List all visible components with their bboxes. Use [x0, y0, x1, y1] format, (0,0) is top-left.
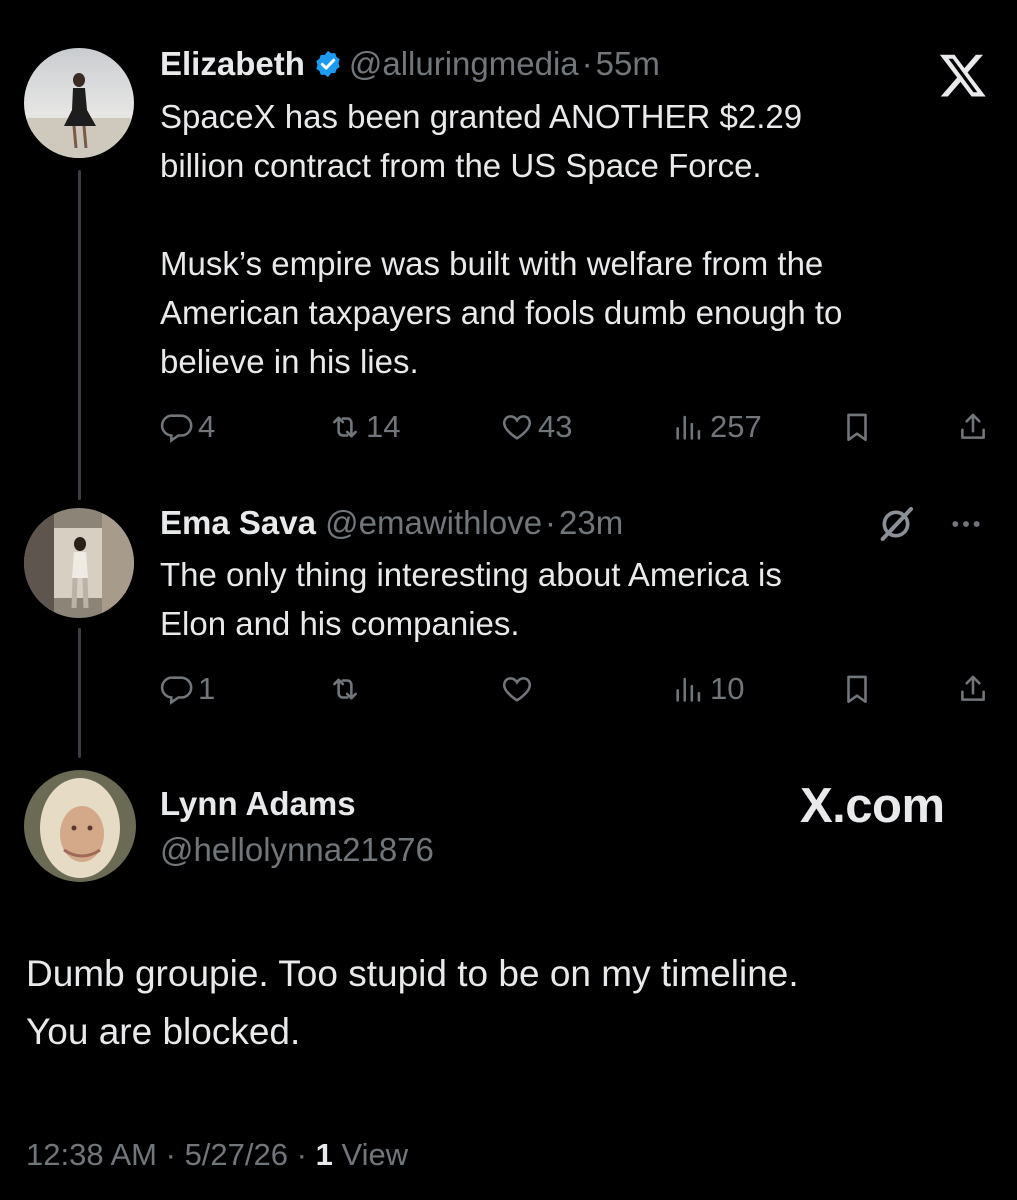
share-button[interactable]: [956, 410, 990, 444]
avatar[interactable]: [24, 48, 134, 158]
views-button[interactable]: 257: [672, 410, 762, 444]
avatar[interactable]: [24, 508, 134, 618]
share-button[interactable]: [956, 672, 990, 706]
avatar[interactable]: [24, 770, 136, 882]
views-icon: [676, 415, 701, 440]
bookmark-button[interactable]: [840, 410, 874, 444]
like-button[interactable]: [500, 672, 534, 706]
tweet-text: SpaceX has been granted ANOTHER $2.29 bi…: [160, 98, 843, 380]
timestamp[interactable]: 55m: [596, 45, 660, 82]
reply-button[interactable]: 1: [160, 672, 215, 706]
thread-line: [78, 170, 81, 500]
views-icon: [676, 677, 701, 702]
reply-count: 1: [198, 671, 216, 706]
like-count: 43: [538, 409, 573, 444]
share-icon: [961, 413, 985, 439]
author-handle[interactable]: @hellolynna21876: [160, 831, 434, 869]
view-label: View: [341, 1137, 409, 1172]
more-icon[interactable]: [946, 508, 986, 540]
author-name[interactable]: Ema Sava: [160, 504, 316, 541]
thread-line: [78, 628, 81, 758]
author-handle[interactable]: @emawithlove: [325, 504, 542, 541]
repost-count: 14: [366, 409, 401, 444]
grok-icon[interactable]: [876, 504, 916, 544]
separator: ·: [296, 1137, 307, 1172]
bookmark-icon: [847, 675, 867, 704]
bookmark-icon: [847, 413, 867, 442]
repost-icon: [333, 416, 357, 438]
separator: ·: [545, 504, 557, 541]
post-meta: 12:38 AM · 5/27/26 · 1 View: [26, 1137, 408, 1173]
share-icon: [961, 675, 985, 701]
author-name[interactable]: Lynn Adams: [160, 785, 356, 823]
post-date[interactable]: 5/27/26: [185, 1137, 288, 1172]
separator: ·: [581, 45, 593, 82]
tweet-header: Ema Sava @emawithlove·23m: [160, 503, 623, 543]
reply-count: 4: [198, 409, 216, 444]
repost-button[interactable]: 14: [328, 410, 400, 444]
view-count: 1: [315, 1137, 333, 1172]
views-count: 257: [710, 409, 762, 444]
like-button[interactable]: 43: [500, 410, 572, 444]
repost-button[interactable]: [328, 672, 362, 706]
author-name[interactable]: Elizabeth: [160, 45, 305, 82]
views-button[interactable]: 10: [672, 672, 744, 706]
reply-button[interactable]: 4: [160, 410, 215, 444]
separator: ·: [165, 1137, 176, 1172]
tweet-header: Elizabeth @alluringmedia·55m: [160, 44, 660, 84]
author-handle[interactable]: @alluringmedia: [349, 45, 579, 82]
repost-icon: [333, 678, 357, 700]
like-icon: [502, 677, 532, 702]
reply-icon: [160, 676, 193, 705]
tweet-text: The only thing interesting about America…: [160, 556, 782, 642]
brand-label: X.com: [800, 779, 945, 833]
timestamp[interactable]: 23m: [559, 504, 623, 541]
post-time[interactable]: 12:38 AM: [26, 1137, 157, 1172]
reply-text: Dumb groupie. Too stupid to be on my tim…: [26, 953, 799, 1052]
bookmark-button[interactable]: [840, 672, 874, 706]
views-count: 10: [710, 671, 745, 706]
reply-icon: [160, 414, 193, 443]
verified-badge-icon: [316, 50, 340, 78]
like-icon: [502, 415, 532, 440]
